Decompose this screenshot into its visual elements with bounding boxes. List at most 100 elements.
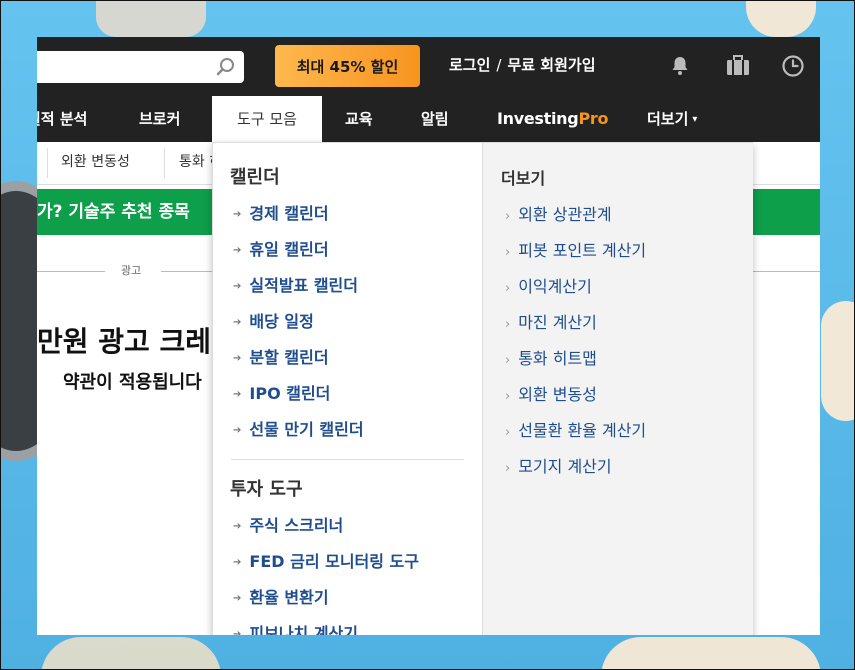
login-link[interactable]: 로그인 (449, 56, 490, 74)
menu-item-pivot-point-calculator[interactable]: › 피봇 포인트 계산기 (505, 237, 646, 261)
menu-item-label: 모기지 계산기 (518, 457, 612, 476)
menu-item-dividend-calendar[interactable]: ➔ 배당 일정 (233, 308, 314, 332)
menu-item-split-calendar[interactable]: ➔ 분할 캘린더 (233, 344, 329, 368)
arrow-right-icon: ➔ (233, 593, 242, 604)
divider (231, 459, 464, 460)
subnav-item-fx-volatility[interactable]: 외환 변동성 (61, 142, 130, 184)
clock-icon[interactable] (781, 54, 805, 78)
arrow-right-icon: ➔ (233, 425, 242, 436)
top-bar: 최대 45% 할인 로그인 / 무료 회원가입 (37, 37, 820, 96)
menu-item-fed-rate-monitor[interactable]: ➔ FED 금리 모니터링 도구 (233, 548, 419, 572)
menu-item-label: 배당 일정 (249, 312, 314, 331)
menu-item-profit-calculator[interactable]: › 이익계산기 (505, 273, 592, 297)
more-tools-panel: 더보기 › 외환 상관관계 › 피봇 포인트 계산기 › 이익계산기 › 마진 계산기 … (482, 143, 753, 635)
menu-item-holiday-calendar[interactable]: ➔ 휴일 캘린더 (233, 236, 329, 260)
nav-item-education[interactable]: 교육 (345, 96, 373, 142)
menu-item-label: 선물 만기 캘린더 (249, 420, 364, 439)
more-heading: 더보기 (501, 169, 546, 188)
menu-item-label: IPO 캘린더 (249, 384, 331, 403)
menu-item-earnings-calendar[interactable]: ➔ 실적발표 캘린더 (233, 272, 358, 296)
chevron-right-icon: › (505, 281, 511, 296)
menu-item-label: 환율 변환기 (249, 588, 329, 607)
arrow-right-icon: ➔ (233, 521, 242, 532)
chevron-right-icon: › (505, 209, 511, 224)
nav-item-more[interactable]: 더보기 ▾ (647, 96, 697, 142)
nav-item-alerts[interactable]: 알림 (421, 96, 449, 142)
background-object (41, 637, 221, 669)
calendar-heading: 캘린더 (230, 167, 280, 188)
nav-more-label: 더보기 (647, 110, 689, 128)
menu-item-fx-correlation[interactable]: › 외환 상관관계 (505, 201, 612, 225)
screen-frame: 최대 45% 할인 로그인 / 무료 회원가입 실적 분석 브로커 도구 모음 교육… (0, 0, 855, 670)
investment-tools-heading: 투자 도구 (230, 479, 303, 500)
bell-icon[interactable] (668, 54, 692, 78)
chevron-right-icon: › (505, 425, 511, 440)
menu-item-stock-screener[interactable]: ➔ 주식 스크리너 (233, 512, 343, 536)
menu-item-label: 피보나치 계산기 (249, 624, 359, 635)
menu-item-label: 주식 스크리너 (249, 516, 344, 535)
menu-item-label: 외환 변동성 (518, 385, 597, 404)
chevron-right-icon: › (505, 245, 511, 260)
arrow-right-icon: ➔ (233, 389, 242, 400)
chevron-right-icon: › (505, 461, 511, 476)
search-icon[interactable] (216, 57, 236, 77)
menu-item-label: 실적발표 캘린더 (249, 276, 359, 295)
search-input[interactable] (37, 51, 244, 83)
briefcase-icon[interactable] (725, 54, 749, 78)
arrow-right-icon: ➔ (233, 353, 242, 364)
arrow-right-icon: ➔ (233, 281, 242, 292)
chevron-right-icon: › (505, 353, 511, 368)
promo-discount-button[interactable]: 최대 45% 할인 (275, 45, 420, 87)
ad-label: 광고 (121, 264, 142, 277)
menu-item-currency-converter[interactable]: ➔ 환율 변환기 (233, 584, 329, 608)
menu-item-fibonacci-calculator[interactable]: ➔ 피보나치 계산기 (233, 620, 358, 635)
nav-item-tools[interactable]: 도구 모음 (212, 96, 322, 142)
brand-investing: Investing (497, 109, 579, 128)
background-object (601, 637, 821, 669)
divider (37, 271, 105, 272)
menu-item-forward-rate-calculator[interactable]: › 선물환 환율 계산기 (505, 417, 646, 441)
divider (47, 148, 48, 178)
divider (164, 148, 165, 178)
menu-item-currency-heatmap[interactable]: › 통화 히트맵 (505, 345, 597, 369)
main-nav: 실적 분석 브로커 도구 모음 교육 알림 InvestingPro 더보기▾ (37, 96, 820, 142)
background-object (96, 1, 206, 37)
browser-page: 최대 45% 할인 로그인 / 무료 회원가입 실적 분석 브로커 도구 모음 교육… (37, 37, 820, 635)
menu-item-label: 피봇 포인트 계산기 (518, 241, 647, 260)
menu-item-label: 분할 캘린더 (249, 348, 329, 367)
menu-item-futures-expiry-calendar[interactable]: ➔ 선물 만기 캘린더 (233, 416, 364, 440)
background-object (821, 301, 854, 421)
chevron-right-icon: › (505, 389, 511, 404)
menu-item-ipo-calendar[interactable]: ➔ IPO 캘린더 (233, 380, 330, 404)
menu-item-label: 선물환 환율 계산기 (518, 421, 647, 440)
menu-item-margin-calculator[interactable]: › 마진 계산기 (505, 309, 597, 333)
auth-separator: / (496, 56, 502, 74)
tools-dropdown-menu: 캘린더 ➔ 경제 캘린더 ➔ 휴일 캘린더 ➔ 실적발표 캘린더 ➔ 배당 일정 ➔ 분할… (212, 142, 753, 635)
ad-subline: 약관이 적용됩니다 (63, 372, 202, 393)
nav-item-investingpro[interactable]: InvestingPro (497, 96, 608, 142)
menu-item-fx-volatility[interactable]: › 외환 변동성 (505, 381, 597, 405)
menu-item-label: 마진 계산기 (518, 313, 597, 332)
menu-item-label: FED 금리 모니터링 도구 (249, 552, 420, 571)
menu-item-label: 경제 캘린더 (249, 204, 329, 223)
menu-item-label: 외환 상관관계 (518, 205, 612, 224)
auth-links: 로그인 / 무료 회원가입 (449, 54, 596, 75)
menu-item-economic-calendar[interactable]: ➔ 경제 캘린더 (233, 200, 329, 224)
arrow-right-icon: ➔ (233, 209, 242, 220)
promo-banner-text: 가? 기술주 추천 종목 (37, 202, 190, 222)
arrow-right-icon: ➔ (233, 629, 242, 635)
arrow-right-icon: ➔ (233, 557, 242, 568)
menu-item-mortgage-calculator[interactable]: › 모기지 계산기 (505, 453, 612, 477)
ad-headline: 만원 광고 크레딧 (37, 325, 237, 358)
brand-pro: Pro (578, 109, 609, 128)
nav-item-earnings[interactable]: 실적 분석 (37, 96, 87, 142)
menu-item-label: 이익계산기 (518, 277, 592, 296)
arrow-right-icon: ➔ (233, 245, 242, 256)
signup-link[interactable]: 무료 회원가입 (507, 56, 595, 74)
chevron-right-icon: › (505, 317, 511, 332)
arrow-right-icon: ➔ (233, 317, 242, 328)
menu-item-label: 통화 히트맵 (518, 349, 597, 368)
menu-item-label: 휴일 캘린더 (249, 240, 329, 259)
chevron-down-icon: ▾ (692, 113, 698, 125)
nav-item-brokers[interactable]: 브로커 (139, 96, 180, 142)
